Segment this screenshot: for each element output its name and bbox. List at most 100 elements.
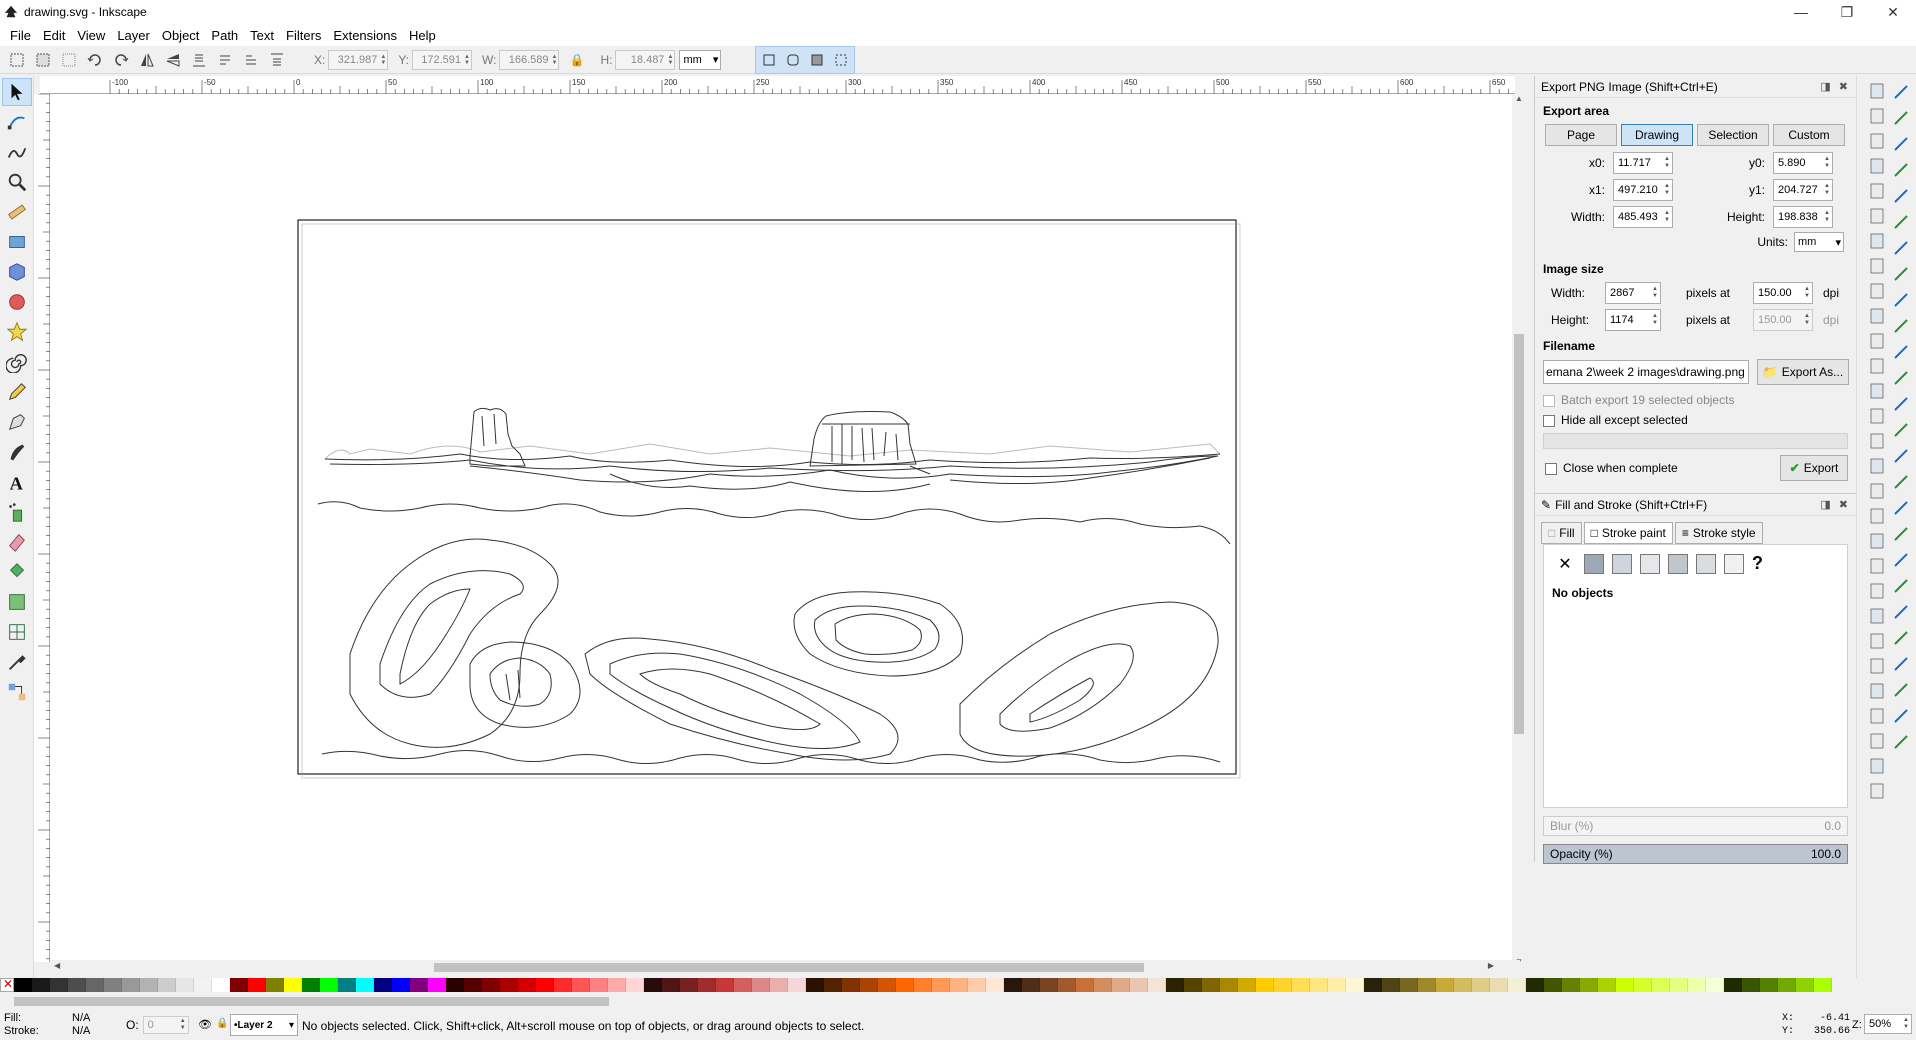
snap-toggle-icon[interactable]: [1894, 163, 1908, 177]
color-swatch[interactable]: [1094, 978, 1112, 992]
color-swatch[interactable]: [248, 978, 266, 992]
area-height-input[interactable]: 198.838 ▲ ▼: [1773, 206, 1833, 228]
zoom-input[interactable]: 50% ▲ ▼: [1864, 1014, 1912, 1034]
color-swatch[interactable]: [1706, 978, 1724, 992]
dock-toggle-icon-2[interactable]: ◨: [1820, 498, 1830, 511]
color-swatch[interactable]: [50, 978, 68, 992]
flip-horizontal-button[interactable]: [136, 49, 158, 71]
color-swatch[interactable]: [1112, 978, 1130, 992]
snap-toggle-icon[interactable]: [1894, 683, 1908, 697]
color-swatch[interactable]: [788, 978, 806, 992]
command-icon[interactable]: [1870, 408, 1884, 424]
img-width-input[interactable]: 2867 ▲ ▼: [1605, 282, 1661, 304]
color-swatch[interactable]: [1346, 978, 1364, 992]
move-gradients-toggle[interactable]: [806, 49, 828, 71]
rectangle-tool[interactable]: [2, 228, 32, 256]
zoom-tool[interactable]: [2, 168, 32, 196]
close-when-complete-checkbox[interactable]: [1545, 462, 1557, 475]
command-icon[interactable]: [1870, 783, 1884, 799]
color-swatch[interactable]: [608, 978, 626, 992]
opacity-slider[interactable]: Opacity (%) 100.0: [1543, 844, 1848, 864]
tweak-tool[interactable]: [2, 138, 32, 166]
command-icon[interactable]: [1870, 533, 1884, 549]
unit-select[interactable]: mm ▾: [679, 49, 722, 70]
color-swatch[interactable]: [86, 978, 104, 992]
vertical-scroll-thumb[interactable]: [1514, 334, 1524, 734]
snap-toggle-icon[interactable]: [1894, 475, 1908, 489]
command-icon[interactable]: [1870, 708, 1884, 724]
menu-filters[interactable]: Filters: [280, 28, 327, 43]
color-swatch[interactable]: [806, 978, 824, 992]
color-swatch[interactable]: [1328, 978, 1346, 992]
o-input[interactable]: 0 ▲ ▼: [142, 1016, 189, 1034]
mesh-gradient-icon[interactable]: [1668, 553, 1688, 574]
pencil-tool[interactable]: [2, 378, 32, 406]
units-select[interactable]: mm ▾: [1794, 232, 1844, 252]
minimize-button[interactable]: —: [1778, 0, 1824, 24]
pattern-icon[interactable]: [1696, 553, 1716, 574]
color-swatch[interactable]: [158, 978, 176, 992]
menu-view[interactable]: View: [71, 28, 111, 43]
gradient-tool[interactable]: [2, 588, 32, 616]
snap-toggle-icon[interactable]: [1894, 735, 1908, 749]
color-swatch[interactable]: [338, 978, 356, 992]
color-swatch[interactable]: [1670, 978, 1688, 992]
close-dialog-icon[interactable]: ✖: [1839, 80, 1848, 93]
snap-toggle-icon[interactable]: [1894, 319, 1908, 333]
color-swatch[interactable]: [446, 978, 464, 992]
snap-toggle-icon[interactable]: [1894, 293, 1908, 307]
color-swatch[interactable]: [518, 978, 536, 992]
color-swatch[interactable]: [1130, 978, 1148, 992]
horizontal-scroll-thumb[interactable]: [434, 963, 1144, 972]
flip-vertical-button[interactable]: [162, 49, 184, 71]
color-swatch[interactable]: [1076, 978, 1094, 992]
layer-lock-icon[interactable]: 🔒: [216, 1018, 228, 1029]
h-input[interactable]: [616, 53, 667, 66]
lower-button[interactable]: [214, 49, 236, 71]
color-swatch[interactable]: [194, 978, 212, 992]
command-icon[interactable]: [1870, 683, 1884, 699]
filename-input[interactable]: emana 2\week 2 images\drawing.png: [1543, 360, 1749, 384]
selector-tool[interactable]: [2, 78, 32, 106]
menu-extensions[interactable]: Extensions: [327, 28, 403, 43]
color-swatch[interactable]: [1724, 978, 1742, 992]
dpi-input[interactable]: 150.00 ▲ ▼: [1753, 282, 1813, 304]
command-icon[interactable]: [1870, 583, 1884, 599]
color-swatch[interactable]: [302, 978, 320, 992]
color-swatch[interactable]: [1796, 978, 1814, 992]
scroll-up-arrow[interactable]: ▲: [1515, 94, 1523, 103]
color-swatch[interactable]: [770, 978, 788, 992]
color-swatch[interactable]: [680, 978, 698, 992]
img-height-input[interactable]: 1174 ▲ ▼: [1605, 309, 1661, 331]
command-icon[interactable]: [1870, 333, 1884, 349]
dropper-tool[interactable]: [2, 648, 32, 676]
text-tool[interactable]: A: [2, 468, 32, 496]
color-swatch[interactable]: [1400, 978, 1418, 992]
color-swatch[interactable]: [860, 978, 878, 992]
menu-path[interactable]: Path: [205, 28, 244, 43]
snap-toggle-icon[interactable]: [1894, 371, 1908, 385]
color-swatch[interactable]: [1688, 978, 1706, 992]
snap-toggle-icon[interactable]: [1894, 397, 1908, 411]
snap-toggle-icon[interactable]: [1894, 527, 1908, 541]
color-swatch[interactable]: [536, 978, 554, 992]
x0-input[interactable]: 11.717 ▲ ▼: [1613, 152, 1673, 174]
fill-stroke-indicator[interactable]: Fill: N/A Stroke: N/A: [4, 1012, 90, 1038]
area-drawing-button[interactable]: Drawing: [1621, 124, 1693, 146]
blur-slider[interactable]: Blur (%) 0.0: [1543, 816, 1848, 836]
command-icon[interactable]: [1870, 658, 1884, 674]
color-swatch[interactable]: [374, 978, 392, 992]
area-width-input[interactable]: 485.493 ▲ ▼: [1613, 206, 1673, 228]
color-swatch[interactable]: [626, 978, 644, 992]
measure-tool[interactable]: [2, 198, 32, 226]
hide-all-checkbox[interactable]: [1543, 414, 1555, 427]
color-swatch[interactable]: [1562, 978, 1580, 992]
raise-to-top-button[interactable]: [266, 49, 288, 71]
snap-toggle-icon[interactable]: [1894, 657, 1908, 671]
color-swatch[interactable]: [1778, 978, 1796, 992]
color-swatch[interactable]: [1256, 978, 1274, 992]
color-swatch[interactable]: [644, 978, 662, 992]
spray-tool[interactable]: [2, 498, 32, 526]
color-swatch[interactable]: [1526, 978, 1544, 992]
color-palette[interactable]: ✕: [0, 977, 1916, 994]
